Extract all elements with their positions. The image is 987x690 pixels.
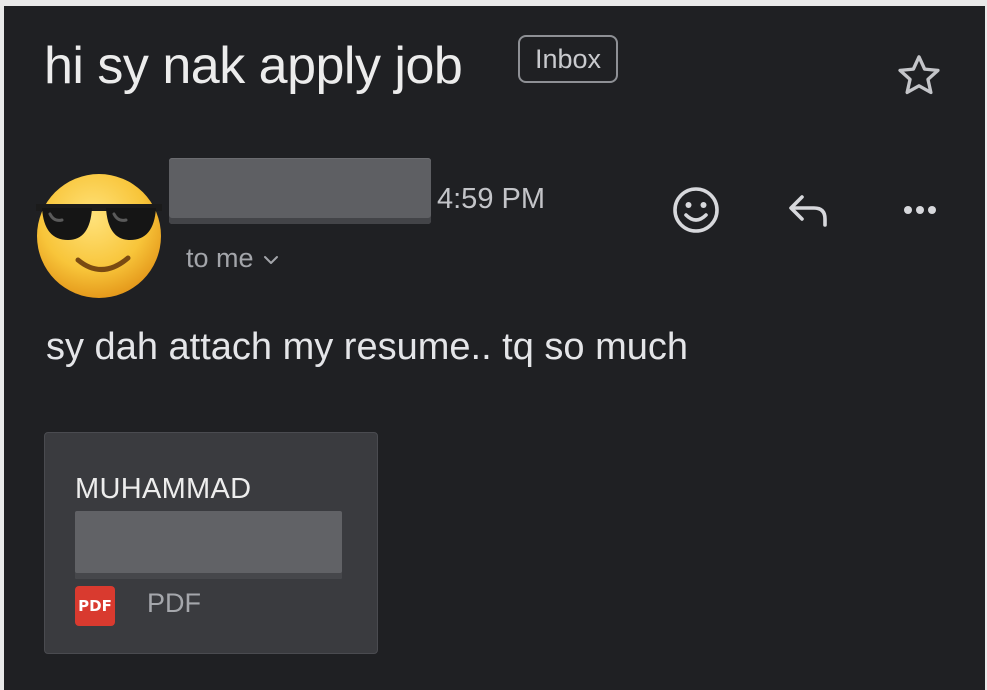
email-time: 4:59 PM: [437, 183, 545, 215]
recipient-label: to me: [186, 243, 254, 273]
email-subject: hi sy nak apply job: [44, 37, 463, 95]
reply-icon[interactable]: [780, 182, 836, 238]
attachment-type-label: PDF: [147, 588, 201, 618]
sender-name-redacted[interactable]: [169, 158, 431, 224]
chevron-down-icon: [263, 255, 278, 264]
more-horizontal-icon[interactable]: [892, 182, 948, 238]
email-view: hi sy nak apply job Inbox 4:59 PM to me: [4, 6, 985, 690]
recipient-details-toggle[interactable]: to me: [186, 243, 280, 274]
attachment-name: MUHAMMAD: [75, 473, 252, 505]
email-body: sy dah attach my resume.. tq so much: [46, 326, 689, 368]
attachment-card[interactable]: MUHAMMAD PDF PDF: [44, 432, 378, 654]
inbox-label-chip[interactable]: Inbox: [518, 35, 618, 83]
add-reaction-icon[interactable]: [668, 182, 724, 238]
avatar[interactable]: [32, 164, 166, 304]
attachment-name-redacted: [75, 511, 342, 579]
star-icon[interactable]: [894, 51, 944, 101]
pdf-file-icon: PDF: [75, 586, 115, 626]
